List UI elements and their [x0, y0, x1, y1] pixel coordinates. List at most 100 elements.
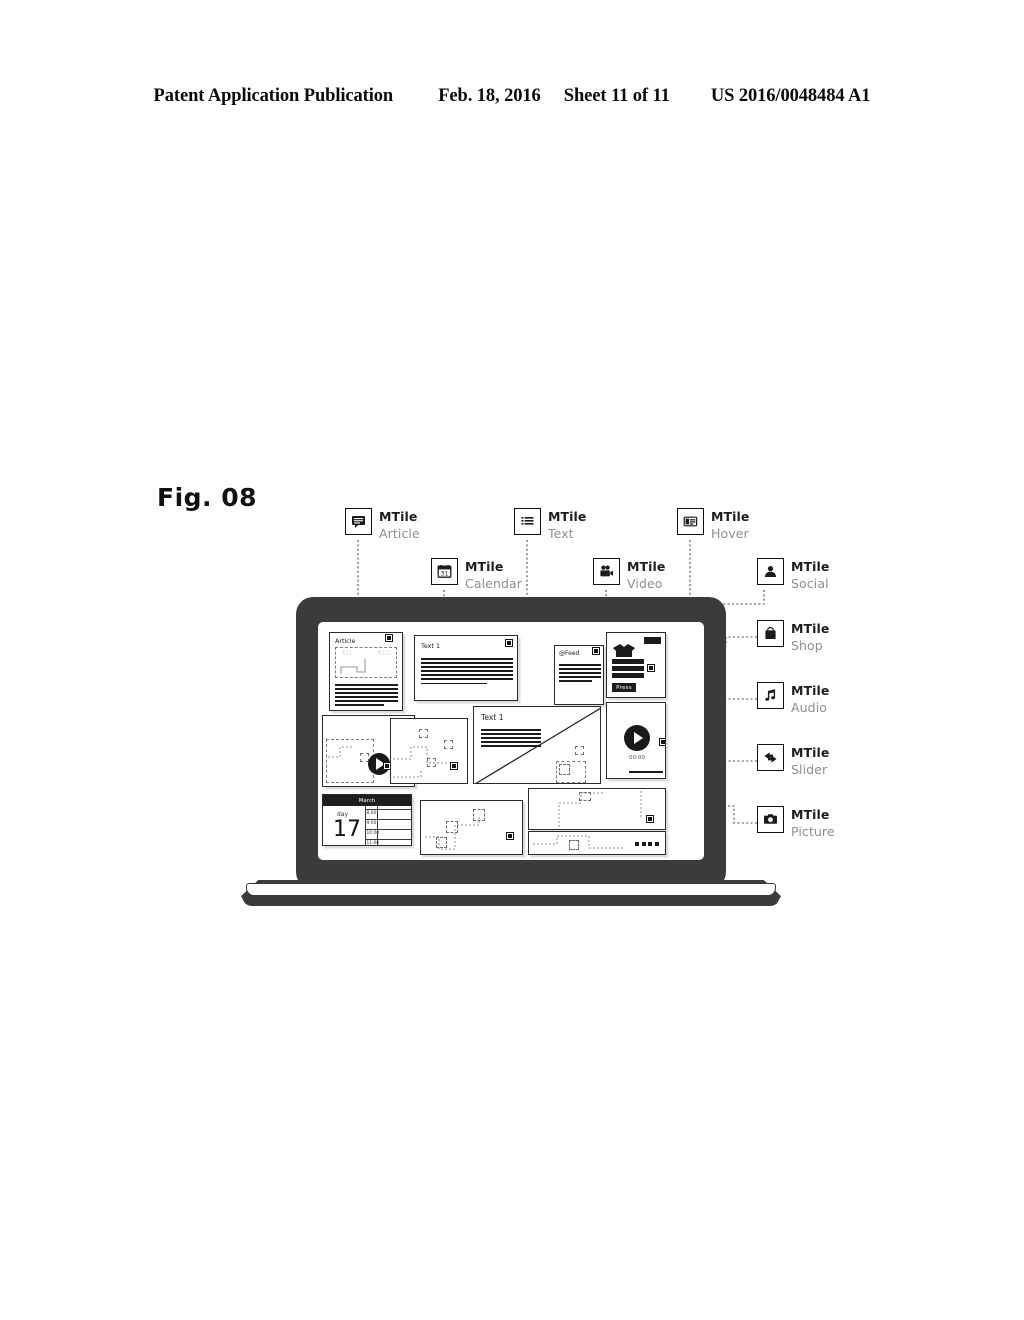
tile-video-player-resize-handle[interactable] [659, 738, 665, 746]
tile-text-2-placeholder [556, 761, 586, 783]
tile-social-lines [559, 664, 601, 684]
tile-video-player-play-button[interactable] [624, 725, 650, 751]
callout-video[interactable]: MTile Video [593, 558, 666, 593]
callout-slider-title: MTile [791, 745, 830, 760]
callout-calendar-subtitle: Calendar [465, 576, 523, 592]
callout-hover[interactable]: MTile Hover [677, 508, 750, 543]
text-list-icon [514, 508, 541, 535]
callout-hover-title: MTile [711, 509, 750, 524]
tile-shop-line-3 [612, 673, 644, 678]
tile-article-text-lines [335, 684, 398, 709]
tile-text-2-marker-1 [575, 746, 584, 755]
slider-dot-4[interactable] [654, 842, 659, 846]
callout-calendar-text: MTile Calendar [465, 558, 522, 593]
callout-shop-subtitle: Shop [791, 638, 823, 654]
tile-slider-dots[interactable] [635, 842, 659, 846]
callout-social[interactable]: MTile Social [757, 558, 830, 593]
callout-text[interactable]: MTile Text [514, 508, 587, 543]
callout-calendar[interactable]: 31 MTile Calendar [431, 558, 522, 593]
tile-shop-line-2 [612, 666, 644, 671]
hover-card-icon [677, 508, 704, 535]
callout-shop-title: MTile [791, 621, 830, 636]
callout-picture-title: MTile [791, 807, 830, 822]
tile-calendar-slot-0[interactable]: 8:00 [365, 809, 411, 819]
calendar-icon: 31 [431, 558, 458, 585]
callout-video-text: MTile Video [627, 558, 666, 593]
tile-article-label: Article [335, 637, 356, 645]
shopping-bag-icon [757, 620, 784, 647]
tile-calendar-slot-3[interactable]: 11:00 [365, 839, 411, 845]
callout-slider-subtitle: Slider [791, 762, 828, 778]
callout-calendar-title: MTile [465, 559, 504, 574]
tile-shop-line-1 [612, 659, 644, 664]
tile-shop-resize-handle[interactable] [647, 664, 655, 672]
tile-calendar-slot-2[interactable]: 10:00 [365, 829, 411, 839]
tile-picture-marker-2 [473, 809, 485, 821]
music-note-icon [757, 682, 784, 709]
callout-hover-subtitle: Hover [711, 526, 749, 542]
tile-text-1[interactable]: Text 1 [414, 635, 518, 701]
callout-social-title: MTile [791, 559, 830, 574]
tile-social-resize-handle[interactable] [592, 647, 600, 655]
tile-picture-marker-3 [436, 837, 447, 848]
callout-video-title: MTile [627, 559, 666, 574]
tile-picture[interactable] [420, 800, 523, 855]
callout-audio-subtitle: Audio [791, 700, 828, 716]
tile-slider-bottom-marker [569, 840, 579, 850]
tile-shop-press-button[interactable]: Press [612, 683, 636, 692]
callout-audio[interactable]: MTile Audio [757, 682, 830, 717]
tile-calendar-slot-1-time: 9:00 [366, 821, 377, 826]
laptop-screen: Article Text 1 @Feed Press Text 1 00:00 … [318, 622, 704, 860]
tile-layout-middle[interactable] [390, 718, 468, 784]
tile-shop-product-icon [613, 644, 635, 657]
tile-article-image-shape [340, 650, 390, 674]
callout-audio-text: MTile Audio [791, 682, 830, 717]
tile-video-player-progress-bar[interactable] [629, 771, 663, 774]
callout-shop[interactable]: MTile Shop [757, 620, 830, 655]
tile-calendar-slot-0-time: 8:00 [366, 811, 377, 816]
slider-dot-2[interactable] [641, 842, 646, 846]
tile-text-1-lines [421, 658, 513, 687]
callout-article-title: MTile [379, 509, 418, 524]
video-camera-icon [593, 558, 620, 585]
tile-layout-path [393, 746, 447, 778]
tile-slider-top[interactable] [528, 788, 666, 830]
tile-social[interactable]: @Feed [554, 645, 604, 705]
callout-picture[interactable]: MTile Picture [757, 806, 835, 841]
tile-text-1-label: Text 1 [421, 642, 441, 650]
tile-slider-bottom[interactable] [528, 831, 666, 855]
tile-article[interactable]: Article [329, 632, 403, 711]
slider-dot-1[interactable] [635, 842, 639, 846]
callout-article-subtitle: Article [379, 526, 420, 542]
callout-text-subtitle: Text [548, 526, 574, 542]
tile-layout-resize-handle[interactable] [450, 762, 458, 770]
callout-social-subtitle: Social [791, 576, 829, 592]
callout-article[interactable]: MTile Article [345, 508, 420, 543]
callout-shop-text: MTile Shop [791, 620, 830, 655]
tile-text-2[interactable]: Text 1 [473, 706, 601, 784]
slider-dot-3[interactable] [648, 842, 652, 846]
tile-shop[interactable]: Press [606, 632, 666, 698]
callout-slider-text: MTile Slider [791, 744, 830, 779]
svg-text:31: 31 [441, 570, 449, 577]
tile-slider-top-marker [579, 792, 591, 801]
callout-hover-text: MTile Hover [711, 508, 750, 543]
callout-text-title: MTile [548, 509, 587, 524]
tile-calendar-header: March [323, 795, 411, 806]
callout-picture-subtitle: Picture [791, 824, 835, 840]
tile-article-resize-handle[interactable] [385, 634, 393, 642]
callout-picture-text: MTile Picture [791, 806, 835, 841]
tile-text-1-resize-handle[interactable] [505, 639, 513, 647]
callout-slider[interactable]: MTile Slider [757, 744, 830, 779]
tile-calendar[interactable]: March day 17 8:00 9:00 10:00 11:00 [322, 794, 412, 846]
double-arrow-icon [757, 744, 784, 771]
laptop-device: Article Text 1 @Feed Press Text 1 00:00 … [241, 597, 781, 917]
tile-picture-marker-1 [446, 821, 458, 833]
tile-video-player[interactable]: 00:00 [606, 702, 666, 779]
tile-picture-resize-handle[interactable] [506, 832, 514, 840]
camera-icon [757, 806, 784, 833]
callout-video-subtitle: Video [627, 576, 663, 592]
tile-calendar-slot-1[interactable]: 9:00 [365, 819, 411, 829]
figure-scene: MTile Article 31 MTile Calendar MTile Te… [0, 0, 1024, 1320]
tile-slider-resize-handle[interactable] [646, 815, 654, 823]
